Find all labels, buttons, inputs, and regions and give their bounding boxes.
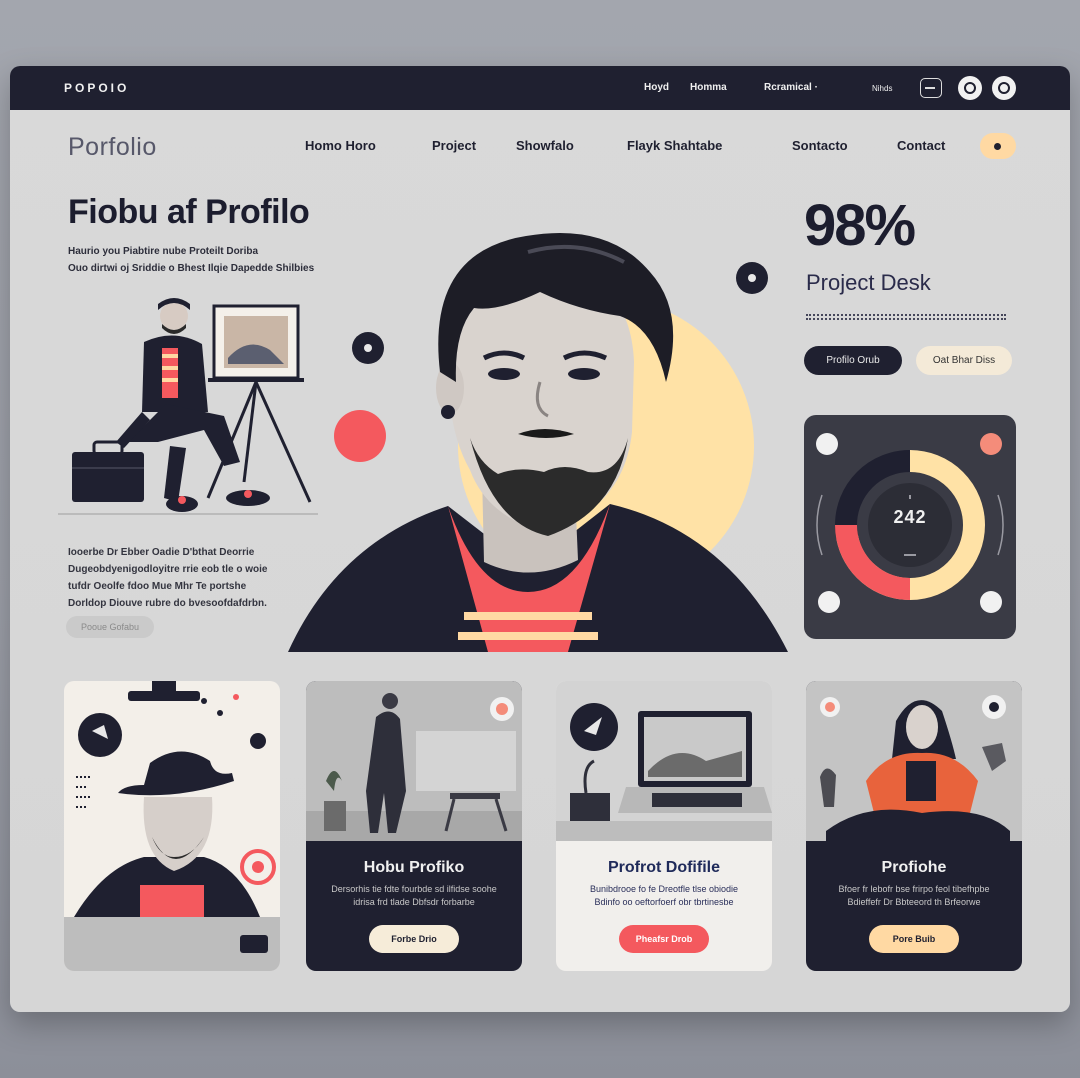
site-logo[interactable]: Porfolio [68,133,157,162]
gauge-alert-icon[interactable] [980,433,1002,455]
topbar-link-4[interactable]: Nihds [872,84,892,93]
card-4-description: Bfoer fr lebofr bse frirpo feol tibefhpb… [838,884,990,907]
gauge-refresh-icon[interactable] [980,591,1002,613]
card-4-illustration [806,681,1022,841]
hero-secondary-button[interactable]: Pooue Gofabu [66,616,154,638]
profile-secondary-button[interactable]: Oat Bhar Diss [916,346,1012,375]
card-2-illustration [306,681,522,841]
card-3-button[interactable]: Pheafsr Drob [619,925,709,953]
hero-portrait [288,232,788,652]
brand-name[interactable]: POPOIO [64,81,129,95]
message-icon[interactable] [920,78,942,98]
card-2-description: Dersorhis tie fdte fourbde sd ilfidse so… [331,884,497,907]
nav-showcase[interactable]: Showfalo [516,138,574,153]
portfolio-card-3[interactable]: Profrot Dofifile Bunibdrooe fo fe Dreotf… [556,681,772,971]
menu-toggle-button[interactable] [980,133,1016,159]
topbar-link-1[interactable]: Hoyd [644,82,669,93]
nav-home[interactable]: Homo Horo [305,138,376,153]
topbar-link-2[interactable]: Homma [690,82,727,93]
card-3-title: Profrot Dofifile [608,859,720,876]
portfolio-card-4[interactable]: Profiohe Bfoer fr lebofr bse frirpo feol… [806,681,1022,971]
card-3-illustration [556,681,772,841]
card-2-title: Hobu Profiko [363,859,465,876]
topbar-link-3[interactable]: Rcramical · [764,82,818,93]
card-1-illustration [64,681,280,971]
nav-showtable[interactable]: Flayk Shahtabe [627,138,722,153]
nav-sontacto[interactable]: Sontacto [792,138,848,153]
stat-label: Project Desk [806,270,931,295]
stat-percentage: 98% [804,193,916,258]
hero-title: Fiobu af Profilo [68,193,310,231]
card-3-description: Bunibdrooe fo fe Dreotfle tlse obiodie B… [589,884,739,907]
gauge-value: 242 [893,507,927,527]
gauge-widget: 242 [804,415,1016,639]
card-4-title: Profiohe [881,859,947,876]
card-2-button[interactable]: Forbe Drio [369,925,459,953]
settings-icon[interactable] [992,76,1016,100]
top-bar: POPOIO Hoyd Homma Rcramical · Nihds [10,66,1070,110]
stat-divider [806,314,1006,320]
portfolio-card-1[interactable] [64,681,280,971]
portfolio-card-2[interactable]: Hobu Profiko Dersorhis tie fdte fourbde … [306,681,522,971]
gauge-clock-icon[interactable] [816,433,838,455]
profile-icon[interactable] [958,76,982,100]
nav-contact[interactable]: Contact [897,138,945,153]
app-window: POPOIO Hoyd Homma Rcramical · Nihds Porf… [10,66,1070,1012]
nav-project[interactable]: Project [432,138,476,153]
card-4-button[interactable]: Pore Buib [869,925,959,953]
gauge-share-icon[interactable] [818,591,840,613]
profile-primary-button[interactable]: Profilo Orub [804,346,902,375]
